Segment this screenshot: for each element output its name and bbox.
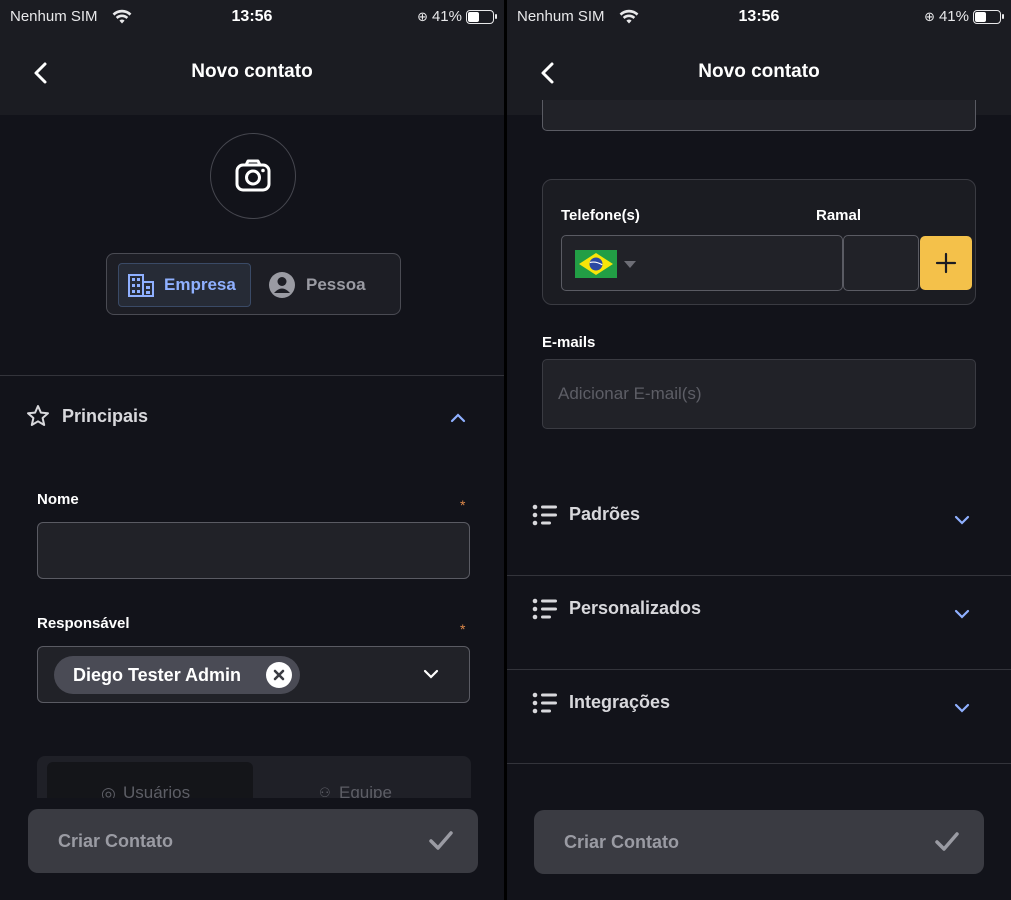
section-integracoes-header[interactable]: Integrações — [507, 670, 1011, 764]
footer: Criar Contato — [507, 798, 1011, 900]
scrolled-input[interactable] — [542, 100, 976, 131]
battery-icon — [466, 9, 497, 24]
email-placeholder: Adicionar E-mail(s) — [558, 384, 702, 403]
chevron-down-icon — [954, 703, 970, 713]
status-bar: Nenhum SIM 13:56 ⊕ 41% — [0, 0, 504, 36]
chevron-up-icon — [450, 413, 466, 423]
section-padroes-header[interactable]: Padrões — [507, 482, 1011, 576]
responsavel-label: Responsável — [37, 615, 130, 632]
status-right: ⊕ 41% — [924, 8, 1004, 25]
brazil-flag-icon — [575, 250, 617, 278]
create-contact-label: Criar Contato — [564, 832, 680, 852]
person-icon — [269, 272, 295, 298]
divider — [507, 763, 1011, 764]
nome-label: Nome — [37, 491, 79, 508]
orientation-lock-icon: ⊕ — [417, 8, 428, 24]
status-bar: Nenhum SIM 13:56 ⊕ 41% — [507, 0, 1011, 36]
right-screen: Nenhum SIM 13:56 ⊕ 41% Novo contato Tele… — [507, 0, 1011, 900]
list-icon — [532, 692, 557, 714]
chevron-down-icon — [954, 515, 970, 525]
create-contact-button[interactable]: Criar Contato — [534, 810, 984, 874]
required-mark: * — [460, 621, 466, 637]
responsavel-select[interactable]: Diego Tester Admin — [37, 646, 470, 703]
divider — [0, 375, 504, 376]
check-icon — [935, 832, 959, 851]
battery-percent: 41% — [431, 8, 462, 25]
list-icon — [532, 598, 557, 620]
star-icon — [27, 405, 49, 426]
camera-icon — [235, 159, 271, 192]
phone-card: Telefone(s) Ramal — [542, 179, 976, 305]
section-principais-header[interactable]: Principais — [0, 388, 504, 448]
type-option-empresa-label: Empresa — [164, 275, 236, 294]
ramal-label: Ramal — [816, 207, 862, 224]
list-icon — [532, 504, 557, 526]
left-screen: Nenhum SIM 13:56 ⊕ 41% Novo contato Empr… — [0, 0, 504, 900]
building-icon — [128, 274, 154, 297]
check-icon — [429, 831, 453, 850]
battery-percent: 41% — [938, 8, 969, 25]
section-integracoes-label: Integrações — [569, 692, 671, 712]
chevron-down-icon — [954, 609, 970, 619]
battery-icon — [973, 9, 1004, 24]
plus-icon — [935, 252, 957, 274]
ramal-input[interactable] — [843, 235, 919, 291]
phone-input[interactable] — [561, 235, 843, 291]
chevron-down-icon — [423, 669, 439, 679]
add-phone-button[interactable] — [920, 236, 972, 290]
create-contact-label: Criar Contato — [58, 831, 174, 851]
section-personalizados-label: Personalizados — [569, 598, 702, 618]
create-contact-button[interactable]: Criar Contato — [28, 809, 478, 873]
email-input[interactable]: Adicionar E-mail(s) — [542, 359, 976, 429]
status-right: ⊕ 41% — [417, 8, 497, 25]
close-icon — [273, 669, 285, 681]
contact-type-toggle: Empresa Pessoa — [106, 253, 401, 315]
type-option-empresa[interactable]: Empresa — [118, 263, 251, 307]
photo-button[interactable] — [210, 133, 296, 219]
section-principais-label: Principais — [62, 406, 149, 426]
section-personalizados-header[interactable]: Personalizados — [507, 576, 1011, 670]
nome-input[interactable] — [37, 522, 470, 579]
page-title: Novo contato — [698, 61, 820, 82]
orientation-lock-icon: ⊕ — [924, 8, 935, 24]
caret-down-icon — [624, 260, 636, 268]
footer: Criar Contato — [0, 798, 504, 900]
responsavel-chip: Diego Tester Admin — [54, 656, 300, 694]
country-selector[interactable] — [575, 250, 637, 278]
required-mark: * — [460, 497, 466, 513]
responsavel-chip-label: Diego Tester Admin — [73, 664, 242, 685]
navigation-bar: Novo contato — [0, 36, 504, 115]
section-padroes-label: Padrões — [569, 504, 641, 524]
emails-label: E-mails — [542, 334, 596, 351]
page-title: Novo contato — [191, 61, 313, 82]
remove-chip-button[interactable] — [266, 662, 292, 688]
phone-label: Telefone(s) — [561, 207, 640, 224]
type-option-pessoa[interactable]: Pessoa — [268, 263, 366, 307]
type-option-pessoa-label: Pessoa — [306, 275, 366, 294]
